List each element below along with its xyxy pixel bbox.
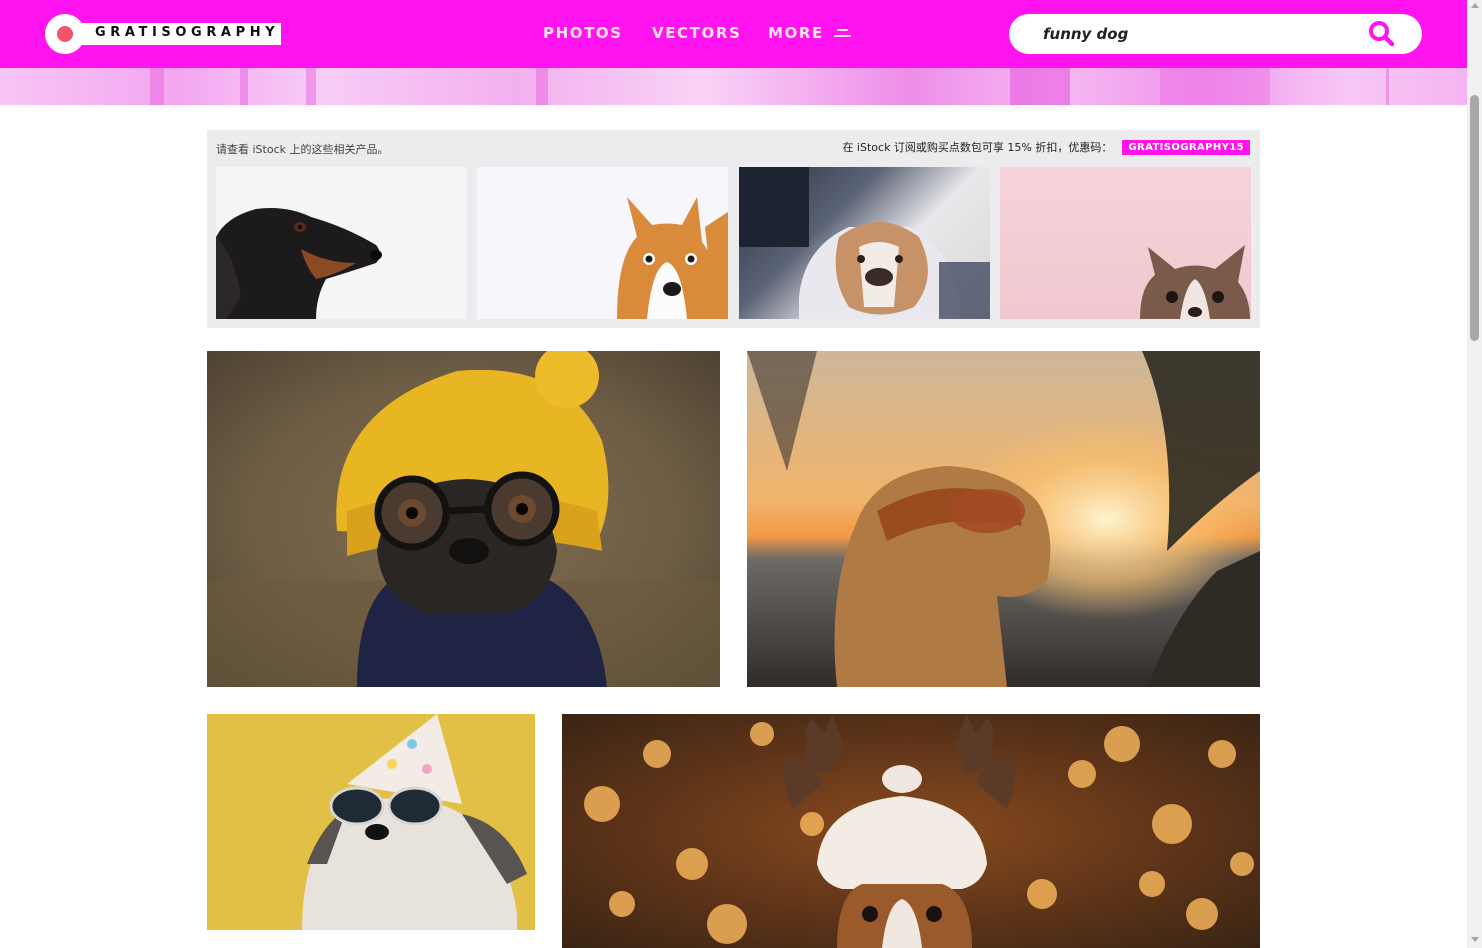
photo-puppy-reindeer[interactable]: [562, 714, 1260, 948]
logo-dot-icon: [57, 26, 73, 42]
photo-dog-party-hat[interactable]: [207, 714, 535, 930]
nav-vectors[interactable]: VECTORS: [652, 24, 741, 42]
menu-icon: [833, 28, 851, 38]
nav-more-label: MORE: [768, 24, 824, 42]
search-input[interactable]: [1043, 22, 1343, 46]
nav-photos[interactable]: PHOTOS: [543, 24, 623, 42]
site-logo[interactable]: GRATISOGRAPHY: [45, 14, 281, 54]
photo-pug-beanie[interactable]: [207, 351, 720, 687]
scroll-down-arrow-icon[interactable]: [1471, 937, 1479, 942]
istock-offer: 在 iStock 订阅或购买点数包可享 15% 折扣，优惠码： GRATISOG…: [842, 139, 1250, 155]
logo-text: GRATISOGRAPHY: [95, 25, 280, 40]
nav-more[interactable]: MORE: [768, 24, 851, 42]
header-banner-image: [0, 68, 1467, 105]
site-header: GRATISOGRAPHY PHOTOS VECTORS MORE: [0, 0, 1467, 68]
scrollbar-thumb[interactable]: [1470, 95, 1479, 341]
search-bar: [1009, 14, 1422, 54]
istock-thumbnail-corgi[interactable]: [477, 167, 728, 319]
istock-thumbnail-bulldog[interactable]: [739, 167, 990, 319]
istock-thumbnail-dachshund[interactable]: [216, 167, 467, 319]
istock-offer-text: 在 iStock 订阅或购买点数包可享 15% 折扣，优惠码：: [842, 141, 1113, 154]
search-icon[interactable]: [1367, 20, 1397, 48]
istock-promo-code: GRATISOGRAPHY15: [1122, 139, 1250, 155]
istock-intro-text: 请查看 iStock 上的这些相关产品。: [216, 143, 389, 156]
scroll-up-arrow-icon[interactable]: [1471, 3, 1479, 8]
istock-thumbnail-chihuahua[interactable]: [1000, 167, 1251, 319]
page: GRATISOGRAPHY PHOTOS VECTORS MORE funny …: [0, 0, 1482, 948]
istock-related-panel: 请查看 iStock 上的这些相关产品。 在 iStock 订阅或购买点数包可享…: [207, 130, 1260, 328]
photo-dog-sunset[interactable]: [747, 351, 1260, 687]
